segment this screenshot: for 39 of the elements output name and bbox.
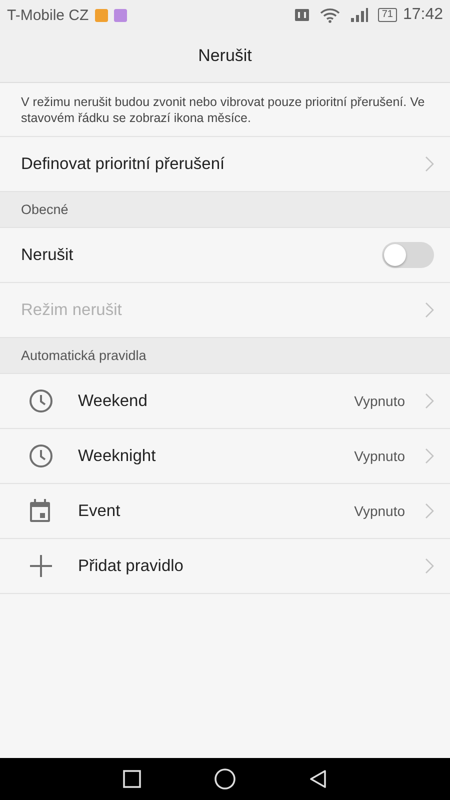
- rule-name: Přidat pravidlo: [78, 556, 184, 576]
- settings-row[interactable]: Nerušit: [0, 228, 450, 283]
- rule-name: Event: [78, 502, 122, 520]
- row-label: Nerušit: [21, 246, 74, 264]
- nfc-icon: [294, 8, 310, 22]
- carrier-name: T-Mobile CZ: [7, 6, 89, 24]
- description-text: V režimu nerušit budou zvonit nebo vibrovat pouze prioritní přerušení. Ve stavovém řádku se zobrazí ikona měsíce.: [21, 94, 426, 126]
- chevron-right-icon: [425, 393, 434, 409]
- rule-status: Vypnuto: [354, 448, 405, 464]
- rule-row[interactable]: Event Vypnuto: [0, 484, 450, 539]
- section-title: Automatická pravidla: [21, 348, 146, 363]
- chevron-right-icon: [425, 558, 434, 574]
- section-title: Obecné: [21, 202, 68, 217]
- rule-status: Vypnuto: [354, 393, 405, 409]
- calendar-icon: [29, 499, 51, 523]
- recent-apps-button[interactable]: [122, 769, 142, 789]
- chevron-right-icon: [425, 156, 434, 172]
- signal-icon: [350, 8, 368, 22]
- row-label: Definovat prioritní přerušení: [21, 154, 226, 174]
- row-label: Režim nerušit: [21, 300, 123, 320]
- plus-icon: [29, 554, 53, 578]
- rule-status: Vypnuto: [354, 503, 405, 519]
- wifi-icon: [320, 8, 340, 22]
- screen-title: Nerušit: [198, 46, 252, 66]
- rule-row[interactable]: Weekend Vypnuto: [0, 374, 450, 429]
- chevron-right-icon: [425, 302, 434, 318]
- home-button[interactable]: [214, 768, 236, 790]
- rule-row[interactable]: Přidat pravidlo: [0, 539, 450, 594]
- back-button[interactable]: [308, 769, 328, 789]
- toggle-switch[interactable]: [382, 242, 434, 268]
- battery-indicator: 71: [378, 8, 397, 22]
- rule-row[interactable]: Weeknight Vypnuto: [0, 429, 450, 484]
- rule-name: Weekend: [78, 392, 148, 410]
- clock-icon: [29, 444, 53, 468]
- rule-name: Weeknight: [78, 446, 157, 466]
- clock-time: 17:42: [402, 6, 443, 24]
- chevron-right-icon: [425, 503, 434, 519]
- chevron-right-icon: [425, 448, 434, 464]
- clock-icon: [29, 389, 53, 413]
